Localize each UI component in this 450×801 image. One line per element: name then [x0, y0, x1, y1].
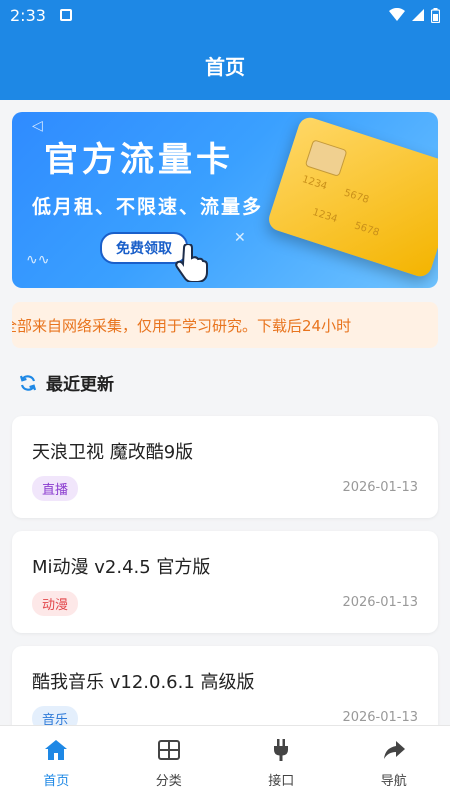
banner-title: 官方流量卡	[44, 132, 234, 181]
nav-item-home[interactable]: 首页	[0, 726, 113, 801]
notification-icon	[60, 9, 72, 21]
grid-icon	[157, 738, 181, 762]
app-card[interactable]: 天浪卫视 魔改酷9版 直播 2026-01-13	[12, 416, 438, 518]
plug-icon	[269, 738, 293, 762]
chip-icon	[305, 139, 348, 177]
notice-bar: 资源全部来自网络采集，仅用于学习研究。下载后24小时	[12, 302, 438, 348]
card-number: 5678	[353, 220, 381, 238]
share-icon	[382, 738, 406, 762]
app-card[interactable]: Mi动漫 v2.4.5 官方版 动漫 2026-01-13	[12, 531, 438, 633]
app-header: 首页	[0, 30, 450, 100]
x-deco-icon: ✕	[234, 230, 246, 246]
status-bar: 2:33	[0, 0, 450, 30]
page-title: 首页	[205, 51, 245, 80]
wave-deco-icon: ∿∿	[26, 252, 49, 268]
app-name: Mi动漫 v2.4.5 官方版	[32, 553, 210, 579]
category-tag: 动漫	[32, 591, 78, 616]
signal-icon	[411, 8, 425, 22]
card-number: 1234	[301, 174, 329, 192]
card-number: 5678	[343, 188, 371, 206]
category-tag: 直播	[32, 476, 78, 501]
update-date: 2026-01-13	[342, 595, 418, 610]
update-date: 2026-01-13	[342, 480, 418, 495]
recent-title: 最近更新	[46, 370, 114, 395]
sim-card-graphic: 1234 5678 1234 5678	[266, 115, 438, 280]
nav-item-navigation[interactable]: 导航	[338, 726, 450, 801]
app-name: 酷我音乐 v12.0.6.1 高级版	[32, 668, 255, 694]
pointer-hand-icon	[174, 244, 208, 282]
battery-icon	[431, 8, 440, 23]
triangle-deco-icon: ◁	[32, 118, 43, 134]
nav-item-category[interactable]: 分类	[113, 726, 226, 801]
category-tag: 音乐	[32, 706, 78, 725]
home-icon	[44, 738, 68, 762]
notice-text: 资源全部来自网络采集，仅用于学习研究。下载后24小时	[12, 315, 351, 336]
app-card[interactable]: 酷我音乐 v12.0.6.1 高级版 音乐 2026-01-13	[12, 646, 438, 725]
recent-section-header: 最近更新	[18, 370, 114, 395]
refresh-icon	[18, 373, 38, 393]
update-date: 2026-01-13	[342, 710, 418, 725]
nav-label: 导航	[381, 770, 407, 789]
banner-subtitle: 低月租、不限速、流量多	[32, 192, 263, 219]
nav-label: 首页	[43, 770, 69, 789]
nav-label: 接口	[268, 770, 294, 789]
wifi-icon	[389, 8, 405, 22]
nav-item-interface[interactable]: 接口	[225, 726, 338, 801]
nav-label: 分类	[156, 770, 182, 789]
card-number: 1234	[311, 207, 339, 225]
app-name: 天浪卫视 魔改酷9版	[32, 438, 193, 464]
bottom-navigation: 首页 分类 接口 导航	[0, 725, 450, 801]
promo-banner[interactable]: ◁ ✕ ∿∿ 官方流量卡 低月租、不限速、流量多 免费领取 1234 5678 …	[12, 112, 438, 288]
status-time: 2:33	[10, 6, 46, 25]
main-content[interactable]: ◁ ✕ ∿∿ 官方流量卡 低月租、不限速、流量多 免费领取 1234 5678 …	[0, 100, 450, 725]
